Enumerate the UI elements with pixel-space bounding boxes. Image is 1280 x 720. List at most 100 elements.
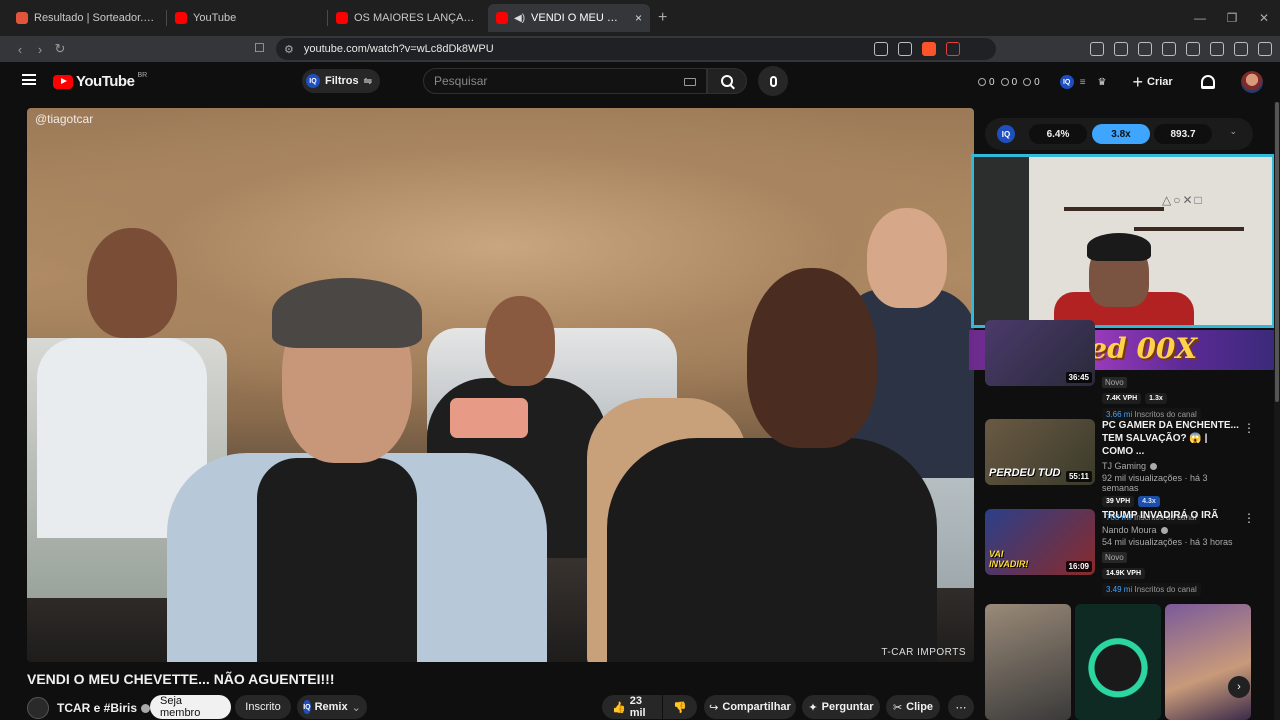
youtube-play-icon — [53, 74, 73, 89]
url-text: youtube.com/watch?v=wLc8dDk8WPU — [303, 43, 494, 55]
user-avatar[interactable] — [1240, 71, 1263, 93]
recommendation-item[interactable]: VAI INVADIR! 16:09 TRUMP INVADIRÁ O IRÃ … — [985, 509, 1255, 597]
more-options-icon[interactable]: ⋮ — [1243, 421, 1255, 435]
clip-button[interactable]: ✂ Clipe — [886, 695, 940, 719]
iq-extension-icon[interactable]: IQ — [1059, 75, 1074, 89]
search-button[interactable] — [707, 68, 747, 94]
new-tab-button[interactable]: + — [658, 9, 667, 27]
channel-name[interactable]: TCAR e #Biris — [57, 701, 151, 715]
iq-metric-outlier: 3.8x — [1092, 124, 1150, 144]
scrollbar-thumb[interactable] — [1275, 102, 1279, 402]
bookmark-icon[interactable]: ☐ — [254, 41, 265, 55]
recommendation-meta: TRUMP INVADIRÁ O IRÃ Nando Moura 54 mil … — [1102, 509, 1240, 597]
share-button[interactable]: ↪ Compartilhar — [704, 695, 796, 719]
subscribed-button[interactable]: Inscrito — [235, 695, 291, 719]
tab-title: VENDI O MEU CHEVETTE... NÃ — [531, 12, 625, 24]
channel-avatar[interactable] — [27, 697, 49, 719]
maximize-icon[interactable]: ❐ — [1216, 11, 1248, 25]
search-input[interactable]: Pesquisar — [423, 68, 707, 94]
recommendation-title[interactable]: TRUMP INVADIRÁ O IRÃ — [1102, 509, 1240, 522]
site-info-icon[interactable]: ⚙ — [284, 43, 294, 56]
owner-actions-row: TCAR e #Biris Seja membro Inscrito IQ Re… — [27, 695, 977, 719]
short-thumbnail[interactable] — [1165, 604, 1251, 720]
webcam-shelf — [1064, 207, 1164, 211]
short-thumbnail[interactable] — [985, 604, 1071, 720]
recommendation-thumbnail[interactable]: 36:45 — [985, 320, 1095, 386]
menu-icon[interactable] — [1258, 42, 1272, 56]
share-label: Compartilhar — [722, 701, 791, 713]
channel-subs: 3.49 mi Inscritos do canal — [1102, 583, 1201, 596]
like-button[interactable]: 👍 23 mil — [602, 695, 662, 719]
shorts-next-button[interactable]: › — [1228, 676, 1250, 698]
webcam-overlay: △○✕□ — [971, 154, 1275, 328]
tab-youtube[interactable]: YouTube — [167, 4, 327, 32]
cast-icon[interactable] — [874, 42, 888, 56]
wallet-icon[interactable] — [1114, 42, 1128, 56]
music-icon[interactable] — [1138, 42, 1152, 56]
dislike-button[interactable]: 👎 — [663, 695, 697, 719]
recommendation-thumbnail[interactable]: VAI INVADIR! 16:09 — [985, 509, 1095, 575]
logo-text: YouTube — [76, 73, 135, 90]
recommendation-thumbnail[interactable]: PERDEU TUD 55:11 — [985, 419, 1095, 485]
back-icon[interactable]: ‹ — [10, 42, 30, 57]
vpn-icon[interactable] — [1186, 42, 1200, 56]
country-code: BR — [137, 72, 148, 79]
recommendation-item[interactable]: PERDEU TUD 55:11 PC GAMER DA ENCHENTE...… — [985, 419, 1255, 524]
share-icon[interactable] — [898, 42, 912, 56]
recommendation-channel[interactable]: TJ Gaming — [1102, 461, 1240, 471]
subs-value: 3.66 mi — [1106, 410, 1133, 419]
minimize-icon[interactable]: — — [1184, 11, 1216, 25]
tab-lancamentos[interactable]: OS MAIORES LANÇAMENTOS DO CHE — [328, 4, 488, 32]
chevron-down-icon[interactable]: ⌄ — [1229, 126, 1237, 137]
video-player[interactable]: @tiagotcar T-CAR IMPORTS — [27, 108, 974, 662]
subs-label: Inscritos do canal — [1134, 410, 1197, 419]
video-person — [272, 278, 422, 348]
close-tab-icon[interactable]: × — [635, 11, 642, 25]
shorts-shelf: › — [985, 604, 1253, 720]
tab-vendi-chevette[interactable]: ◀) VENDI O MEU CHEVETTE... NÃ × — [488, 4, 650, 32]
close-window-icon[interactable]: ✕ — [1248, 11, 1280, 25]
remix-button[interactable]: IQ Remix ⌄ — [297, 695, 367, 719]
recommendation-item[interactable]: 36:45 Novo 7.4K VPH 1.3x 3.66 mi Inscrit… — [985, 320, 1255, 421]
hamburger-menu-icon[interactable] — [22, 74, 36, 85]
trophy-icon[interactable]: ♛ — [1098, 77, 1107, 88]
short-thumbnail[interactable] — [1075, 604, 1161, 720]
ask-button[interactable]: ✦ Perguntar — [802, 695, 880, 719]
eye-icon — [1000, 78, 1009, 86]
keyboard-icon[interactable] — [684, 78, 696, 86]
video-person — [607, 438, 937, 662]
filtros-button[interactable]: IQ Filtros ⇋ — [302, 69, 381, 93]
join-button[interactable]: Seja membro — [150, 695, 231, 719]
create-button[interactable]: + Criar — [1133, 73, 1173, 91]
vph-row: 39 VPH 4.3x — [1102, 496, 1240, 507]
forward-icon[interactable]: › — [30, 42, 50, 57]
channel-name-text: TCAR e #Biris — [57, 701, 138, 715]
extension-toolbar — [874, 36, 1272, 62]
privacy-icon[interactable] — [1234, 42, 1248, 56]
video-person — [485, 296, 555, 386]
sliders-icon: ⇋ — [363, 75, 373, 87]
list-icon[interactable]: ≡ — [1080, 77, 1086, 88]
rewards-icon[interactable] — [946, 42, 960, 56]
recommendation-title[interactable]: PC GAMER DA ENCHENTE... TEM SALVAÇÃO? 😱 … — [1102, 419, 1240, 458]
tab-title: Resultado | Sorteador.com.br - O Site — [34, 12, 158, 24]
more-actions-button[interactable]: ⋯ — [948, 695, 974, 719]
tab-sorteador[interactable]: Resultado | Sorteador.com.br - O Site — [8, 4, 166, 32]
filtros-label: Filtros — [325, 75, 359, 87]
notifications-bell-icon[interactable] — [1200, 75, 1215, 89]
youtube-logo[interactable]: YouTube BR — [53, 72, 148, 90]
page-scrollbar[interactable] — [1274, 102, 1280, 720]
more-options-icon[interactable]: ⋮ — [1243, 511, 1255, 525]
voice-search-button[interactable] — [758, 66, 788, 96]
brave-shield-icon[interactable] — [922, 42, 936, 56]
clip-label: Clipe — [906, 701, 934, 713]
recommendation-channel[interactable]: Nando Moura — [1102, 525, 1240, 535]
stat-value: 0 — [1011, 76, 1018, 88]
tab-title: OS MAIORES LANÇAMENTOS DO CHE — [354, 12, 480, 24]
chevron-down-icon: ⌄ — [351, 701, 361, 714]
reload-icon[interactable]: ↻ — [50, 41, 70, 57]
leo-icon[interactable] — [1210, 42, 1224, 56]
thumbnail-caption: PERDEU TUD — [989, 467, 1061, 479]
extensions-icon[interactable] — [1090, 42, 1104, 56]
sidebar-icon[interactable] — [1162, 42, 1176, 56]
